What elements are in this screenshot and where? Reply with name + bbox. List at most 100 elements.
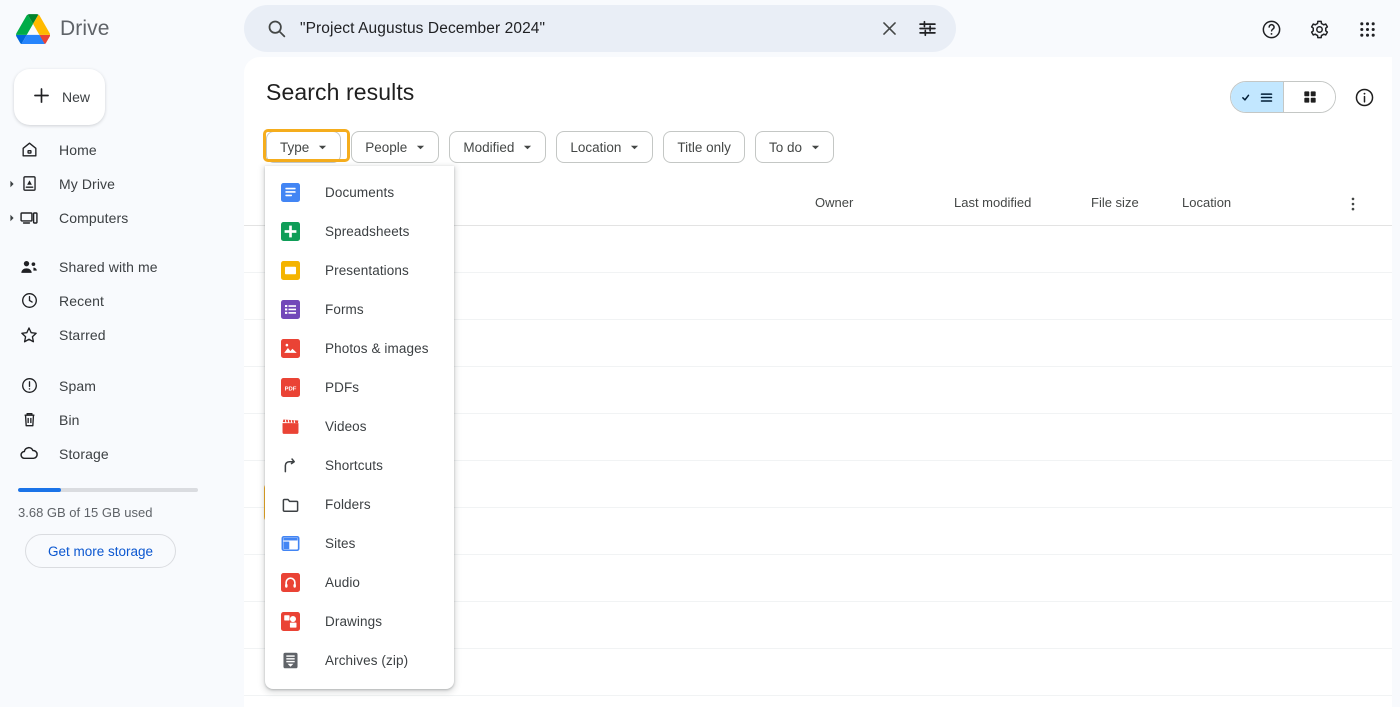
nav-group-shared: Shared with me Recent Starred xyxy=(0,250,244,351)
storage-progress-bar xyxy=(18,488,198,492)
menu-item-label: Documents xyxy=(325,185,394,200)
get-more-storage-button[interactable]: Get more storage xyxy=(25,534,176,568)
column-header-owner[interactable]: Owner xyxy=(815,195,853,210)
home-icon xyxy=(18,139,40,161)
video-icon xyxy=(280,416,301,437)
column-header-location[interactable]: Location xyxy=(1182,195,1231,210)
gear-icon[interactable] xyxy=(1300,10,1338,48)
grid-view-icon[interactable] xyxy=(1283,82,1335,112)
menu-item-documents[interactable]: Documents xyxy=(265,173,454,212)
cloud-icon xyxy=(18,443,40,465)
filter-chip-type[interactable]: Type xyxy=(266,131,341,163)
nav-group-system: Spam Bin Storage xyxy=(0,369,244,470)
menu-item-archives-zip[interactable]: Archives (zip) xyxy=(265,641,454,680)
sidebar-item-recent[interactable]: Recent xyxy=(0,284,232,317)
menu-item-label: PDFs xyxy=(325,380,359,395)
kebab-menu-icon[interactable] xyxy=(1340,191,1366,217)
sidebar: New Home xyxy=(0,57,244,707)
filter-chip-people[interactable]: People xyxy=(351,131,439,163)
menu-item-label: Shortcuts xyxy=(325,458,383,473)
chevron-right-icon[interactable] xyxy=(7,179,17,189)
my-drive-icon xyxy=(18,173,40,195)
chevron-down-icon xyxy=(811,140,820,155)
forms-icon xyxy=(280,299,301,320)
page-title: Search results xyxy=(266,79,414,106)
sidebar-label: Storage xyxy=(59,446,109,462)
menu-item-drawings[interactable]: Drawings xyxy=(265,602,454,641)
menu-item-label: Audio xyxy=(325,575,360,590)
filter-chip-modified[interactable]: Modified xyxy=(449,131,546,163)
type-filter-dropdown-menu: Documents Spreadsheets Presentations xyxy=(265,166,454,689)
chevron-down-icon xyxy=(630,140,639,155)
info-circle-icon[interactable] xyxy=(1348,81,1380,113)
filter-chip-title-only[interactable]: Title only xyxy=(663,131,745,163)
search-options-icon[interactable] xyxy=(908,10,946,48)
menu-item-label: Spreadsheets xyxy=(325,224,410,239)
chip-label: To do xyxy=(769,140,802,155)
chevron-down-icon xyxy=(416,140,425,155)
chevron-down-icon xyxy=(318,140,327,155)
menu-item-pdfs[interactable]: PDF PDFs xyxy=(265,368,454,407)
sidebar-item-my-drive[interactable]: My Drive xyxy=(0,167,232,200)
drive-brand[interactable]: Drive xyxy=(0,14,222,44)
nav-group-primary: Home My Drive xyxy=(0,133,244,234)
menu-item-sites[interactable]: Sites xyxy=(265,524,454,563)
filter-chip-location[interactable]: Location xyxy=(556,131,653,163)
list-view-icon[interactable] xyxy=(1231,82,1283,112)
menu-item-videos[interactable]: Videos xyxy=(265,407,454,446)
people-icon xyxy=(18,256,40,278)
new-button-label: New xyxy=(62,89,90,105)
column-header-file-size[interactable]: File size xyxy=(1091,195,1139,210)
filter-chip-to-do[interactable]: To do xyxy=(755,131,834,163)
menu-item-photos-images[interactable]: Photos & images xyxy=(265,329,454,368)
sidebar-label: Spam xyxy=(59,378,96,394)
sidebar-item-computers[interactable]: Computers xyxy=(0,201,232,234)
sidebar-item-home[interactable]: Home xyxy=(0,133,232,166)
menu-item-audio[interactable]: Audio xyxy=(265,563,454,602)
clear-search-button[interactable] xyxy=(870,10,908,48)
sidebar-label: Home xyxy=(59,142,97,158)
menu-item-label: Archives (zip) xyxy=(325,653,408,668)
menu-item-presentations[interactable]: Presentations xyxy=(265,251,454,290)
column-header-last-modified[interactable]: Last modified xyxy=(954,195,1031,210)
menu-item-label: Videos xyxy=(325,419,367,434)
menu-item-label: Folders xyxy=(325,497,371,512)
apps-grid-icon[interactable] xyxy=(1348,10,1386,48)
search-icon xyxy=(258,11,294,47)
search-input[interactable] xyxy=(294,20,870,38)
chip-label: Location xyxy=(570,140,621,155)
drawings-icon xyxy=(280,611,301,632)
menu-item-forms[interactable]: Forms xyxy=(265,290,454,329)
sidebar-label: Shared with me xyxy=(59,259,158,275)
sidebar-label: Recent xyxy=(59,293,104,309)
sidebar-item-spam[interactable]: Spam xyxy=(0,369,232,402)
menu-item-spreadsheets[interactable]: Spreadsheets xyxy=(265,212,454,251)
audio-icon xyxy=(280,572,301,593)
drive-logo-icon xyxy=(16,14,50,44)
filter-chip-row: Type People Modified Location xyxy=(266,131,834,163)
slides-icon xyxy=(280,260,301,281)
svg-text:PDF: PDF xyxy=(285,387,297,393)
menu-item-label: Presentations xyxy=(325,263,409,278)
new-button[interactable]: New xyxy=(14,69,105,125)
menu-item-label: Forms xyxy=(325,302,364,317)
help-circle-icon[interactable] xyxy=(1252,10,1290,48)
storage-progress-fill xyxy=(18,488,61,492)
sidebar-label: Starred xyxy=(59,327,106,343)
sidebar-item-shared-with-me[interactable]: Shared with me xyxy=(0,250,232,283)
chevron-right-icon[interactable] xyxy=(7,213,17,223)
menu-item-shortcuts[interactable]: Shortcuts xyxy=(265,446,454,485)
folder-icon xyxy=(280,494,301,515)
brand-label: Drive xyxy=(60,17,110,41)
menu-item-folders[interactable]: Folders xyxy=(265,485,454,524)
clock-icon xyxy=(18,290,40,312)
sidebar-item-starred[interactable]: Starred xyxy=(0,318,232,351)
chip-label: Modified xyxy=(463,140,514,155)
sidebar-item-storage[interactable]: Storage xyxy=(0,437,232,470)
sheets-icon xyxy=(280,221,301,242)
menu-item-label: Sites xyxy=(325,536,356,551)
sidebar-item-bin[interactable]: Bin xyxy=(0,403,232,436)
search-bar[interactable] xyxy=(244,5,956,52)
sites-icon xyxy=(280,533,301,554)
chevron-down-icon xyxy=(523,140,532,155)
